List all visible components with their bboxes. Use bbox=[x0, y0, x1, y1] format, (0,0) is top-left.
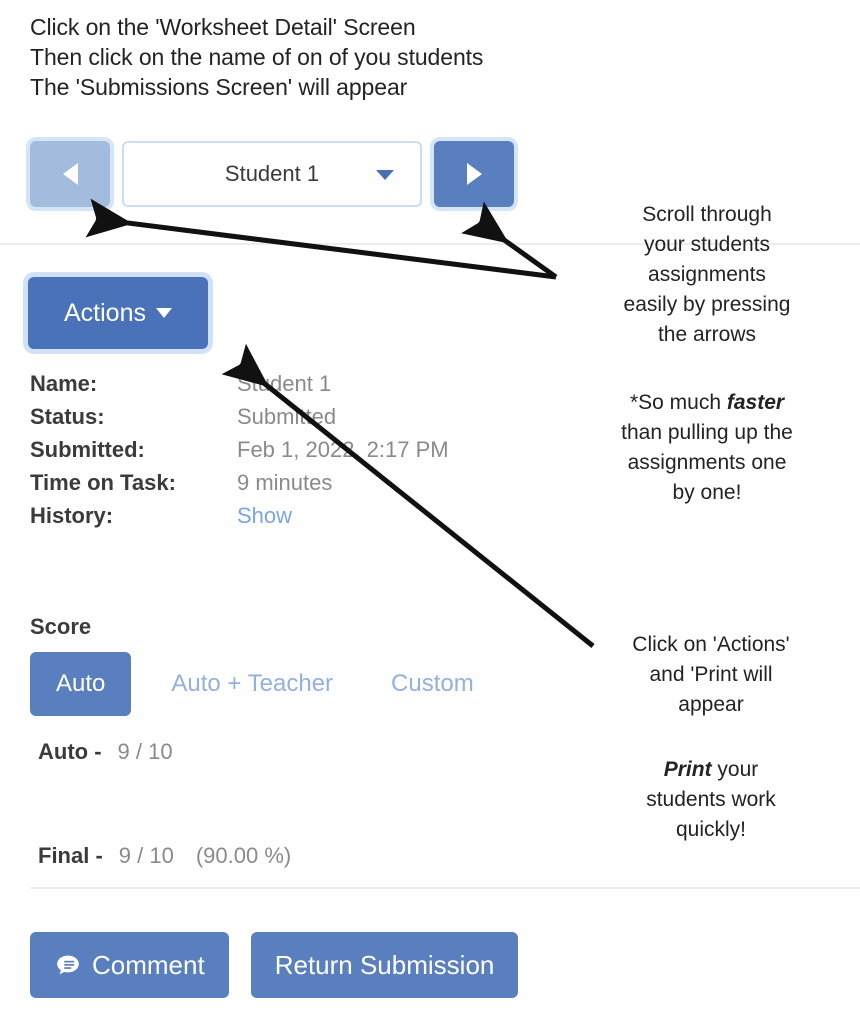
detail-row-submitted: Submitted: Feb 1, 2022, 2:17 PM bbox=[30, 437, 490, 470]
auto-score-value: 9 / 10 bbox=[117, 739, 173, 764]
detail-label: Name: bbox=[30, 371, 98, 396]
annotation-line: quickly! bbox=[675, 818, 747, 841]
comment-bubble-icon bbox=[54, 951, 82, 979]
annotation-line: your students bbox=[643, 233, 771, 256]
submission-details: Name: Student 1 Status: Submitted Submit… bbox=[30, 371, 490, 536]
triangle-right-icon bbox=[466, 163, 482, 185]
detail-label: Status: bbox=[30, 404, 105, 429]
auto-score-row: Auto - 9 / 10 bbox=[38, 739, 173, 765]
instruction-line-1: Click on the 'Worksheet Detail' Screen bbox=[30, 14, 416, 40]
annotation-line: Scroll through bbox=[642, 203, 772, 226]
annotation-line: assignments bbox=[648, 263, 766, 286]
caret-down-icon bbox=[155, 308, 172, 318]
tab-custom[interactable]: Custom bbox=[373, 670, 492, 698]
divider-bottom bbox=[30, 887, 860, 889]
detail-label: Submitted: bbox=[30, 437, 145, 462]
detail-row-time-on-task: Time on Task: 9 minutes bbox=[30, 470, 490, 503]
student-select-value: Student 1 bbox=[224, 161, 320, 186]
annotation-line: assignments one bbox=[627, 451, 787, 474]
annotation-line: by one! bbox=[672, 481, 742, 504]
annotation-line: appear bbox=[678, 693, 744, 716]
annotation-line: *So much faster bbox=[592, 388, 822, 418]
annotation-line: easily by pressing bbox=[623, 293, 791, 316]
score-heading: Score bbox=[30, 614, 92, 639]
return-submission-button[interactable]: Return Submission bbox=[250, 932, 519, 998]
actions-button-label: Actions bbox=[64, 298, 146, 327]
next-student-button[interactable] bbox=[434, 141, 514, 207]
annotation-line: than pulling up the bbox=[621, 421, 793, 444]
final-score-percent: (90.00 %) bbox=[195, 843, 292, 868]
detail-row-name: Name: Student 1 bbox=[30, 371, 490, 404]
detail-label: Time on Task: bbox=[30, 470, 176, 495]
comment-button-label: Comment bbox=[92, 949, 205, 980]
chevron-down-icon bbox=[376, 170, 394, 180]
score-tabs: Auto Auto + Teacher Custom bbox=[30, 652, 590, 716]
annotation-line: Print your bbox=[600, 755, 822, 785]
annotation-line: students work bbox=[646, 788, 776, 811]
annotation-emphasis: Print bbox=[663, 758, 712, 781]
tab-auto[interactable]: Auto bbox=[30, 652, 132, 716]
tab-auto-teacher[interactable]: Auto + Teacher bbox=[153, 670, 351, 698]
annotation-so-much-faster: *So much faster than pulling up the assi… bbox=[592, 388, 822, 508]
comment-button[interactable]: Comment bbox=[30, 932, 229, 998]
bottom-button-row: Comment Return Submission bbox=[30, 932, 519, 998]
return-submission-button-label: Return Submission bbox=[274, 949, 495, 980]
annotation-print-work: Print your students work quickly! bbox=[600, 755, 822, 845]
annotation-line: and 'Print will bbox=[649, 663, 773, 686]
triangle-left-icon bbox=[62, 163, 78, 185]
detail-value: Student 1 bbox=[237, 371, 332, 396]
arrow-to-prev-button bbox=[85, 198, 557, 280]
student-select[interactable]: Student 1 bbox=[122, 141, 422, 207]
detail-row-history: History: Show bbox=[30, 503, 490, 536]
student-navigation-row: Student 1 bbox=[30, 141, 514, 211]
instruction-block: Click on the 'Worksheet Detail' Screen T… bbox=[30, 12, 670, 102]
annotation-prefix: *So much bbox=[629, 391, 727, 414]
detail-row-status: Status: Submitted bbox=[30, 404, 490, 437]
instruction-line-2: Then click on the name of on of you stud… bbox=[30, 44, 484, 70]
arrow-to-next-button bbox=[461, 201, 558, 280]
instruction-line-3: The 'Submissions Screen' will appear bbox=[30, 74, 408, 100]
history-show-link[interactable]: Show bbox=[237, 503, 292, 529]
annotation-line: Click on 'Actions' bbox=[632, 633, 790, 656]
auto-score-label: Auto - bbox=[38, 739, 102, 764]
final-score-label: Final - bbox=[38, 843, 103, 868]
detail-label: History: bbox=[30, 503, 114, 528]
detail-value: Feb 1, 2022, 2:17 PM bbox=[237, 437, 449, 462]
annotation-emphasis: faster bbox=[726, 391, 785, 414]
score-section: Score Auto Auto + Teacher Custom bbox=[30, 614, 590, 716]
actions-button[interactable]: Actions bbox=[28, 277, 208, 349]
annotation-suffix: your bbox=[711, 758, 759, 781]
detail-value: Submitted bbox=[237, 404, 337, 429]
annotation-scroll-through: Scroll through your students assignments… bbox=[592, 200, 822, 350]
previous-student-button[interactable] bbox=[30, 141, 110, 207]
final-score-value: 9 / 10 bbox=[118, 843, 174, 868]
detail-value: 9 minutes bbox=[237, 470, 333, 495]
annotation-click-actions: Click on 'Actions' and 'Print will appea… bbox=[600, 630, 822, 720]
final-score-row: Final - 9 / 10 (90.00 %) bbox=[38, 843, 291, 869]
annotation-line: the arrows bbox=[657, 323, 757, 346]
